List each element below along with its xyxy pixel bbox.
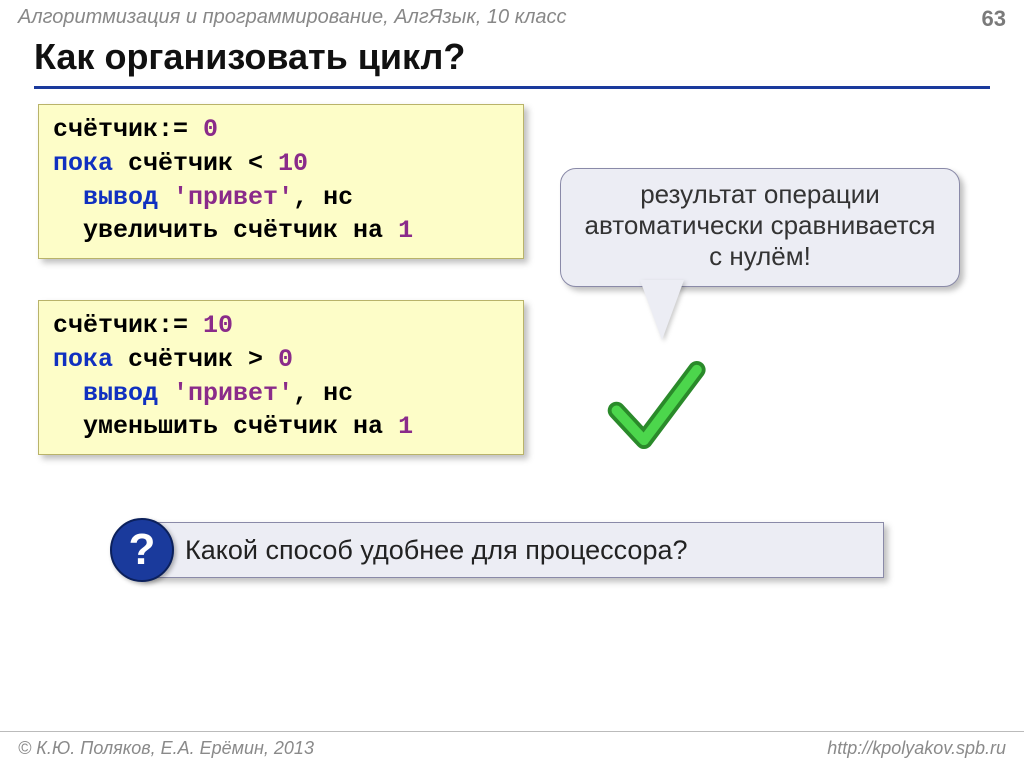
footer: © К.Ю. Поляков, Е.А. Ерёмин, 2013 http:/… [0,731,1024,767]
code-string: 'привет' [173,183,293,212]
footer-author: © К.Ю. Поляков, Е.А. Ерёмин, 2013 [18,738,314,759]
code-number: 0 [278,345,293,374]
code-text: счётчик < [113,149,278,178]
code-text: := [158,311,203,340]
code-text: увеличить счётчик на [53,216,398,245]
top-bar: Алгоритмизация и программирование, АлгЯз… [0,0,1024,34]
code-text [158,379,173,408]
code-text: счётчик > [113,345,278,374]
callout-text: результат операции автоматически сравнив… [585,179,936,271]
page-number: 63 [982,6,1006,32]
code-block-2: счётчик:= 10 пока счётчик > 0 вывод 'при… [38,300,524,455]
code-number: 1 [398,412,413,441]
code-text: счётчик [53,115,158,144]
slide-title: Как организовать цикл? [34,36,990,89]
code-keyword: вывод [83,379,158,408]
callout-tail [640,280,684,340]
code-number: 0 [203,115,218,144]
code-number: 10 [278,149,308,178]
question-mark-icon: ? [129,525,156,575]
course-label: Алгоритмизация и программирование, АлгЯз… [18,6,567,29]
code-keyword: пока [53,345,113,374]
code-text [53,379,83,408]
footer-url: http://kpolyakov.spb.ru [827,738,1006,759]
question-text: Какой способ удобнее для процессора? [185,535,688,566]
question-box: Какой способ удобнее для процессора? [138,522,884,578]
code-keyword: вывод [83,183,158,212]
question-mark-circle: ? [110,518,174,582]
slide: Алгоритмизация и программирование, АлгЯз… [0,0,1024,767]
callout-bubble: результат операции автоматически сравнив… [560,168,960,287]
code-text: уменьшить счётчик на [53,412,398,441]
code-number: 10 [203,311,233,340]
checkmark-icon [600,350,710,460]
code-text: , нс [293,183,353,212]
code-text [158,183,173,212]
code-number: 1 [398,216,413,245]
code-block-1: счётчик:= 0 пока счётчик < 10 вывод 'при… [38,104,524,259]
code-keyword: пока [53,149,113,178]
code-text: := [158,115,203,144]
code-text: счётчик [53,311,158,340]
code-text: , нс [293,379,353,408]
code-text [53,183,83,212]
code-string: 'привет' [173,379,293,408]
